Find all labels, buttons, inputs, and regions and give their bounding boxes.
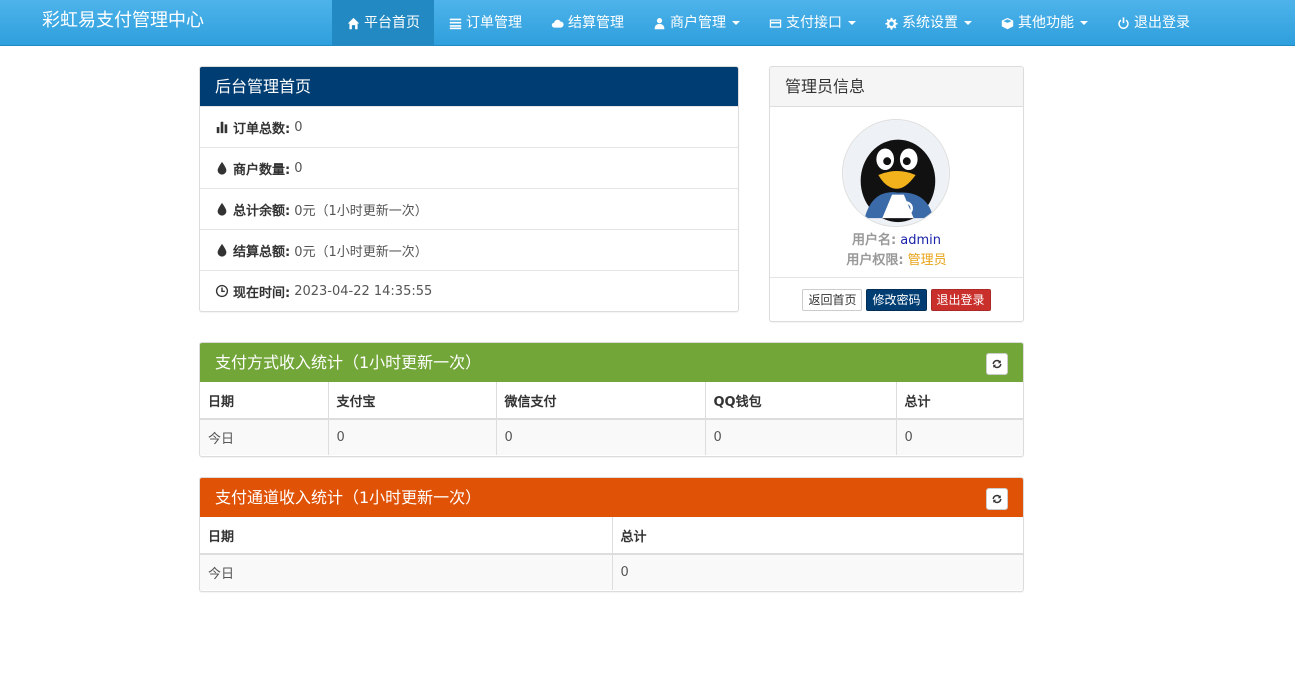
nav-item-home[interactable]: 平台首页 <box>332 0 434 46</box>
payment-channel-stats-panel: 支付通道收入统计（1小时更新一次） 日期 总计 今日 0 <box>199 477 1024 592</box>
logout-button[interactable]: 退出登录 <box>930 288 991 311</box>
tint-icon <box>217 243 227 257</box>
table-cell: 今日 <box>200 554 613 590</box>
cube-icon <box>1000 16 1014 30</box>
caret-down-icon <box>1080 21 1088 25</box>
brand-title[interactable]: 彩虹易支付管理中心 <box>42 0 204 44</box>
column-header: QQ钱包 <box>705 382 897 420</box>
nav-item-label: 商户管理 <box>670 15 726 31</box>
caret-down-icon <box>964 21 972 25</box>
admin-home-panel: 后台管理首页 订单总数: 0 商户数量: 0 总计余额: 0元（1小时更新一次）… <box>199 66 739 312</box>
nav-item-settlement[interactable]: 结算管理 <box>536 0 638 46</box>
gear-icon <box>884 16 898 30</box>
avatar <box>842 119 950 227</box>
payment-method-table: 日期 支付宝 微信支付 QQ钱包 总计 今日 0 0 0 0 <box>200 382 1023 455</box>
stat-label: 结算总额: <box>233 244 291 260</box>
stat-value: 0 <box>294 119 303 135</box>
stat-value: 2023-04-22 14:35:55 <box>294 283 433 299</box>
nav-item-other-functions[interactable]: 其他功能 <box>986 0 1102 46</box>
refresh-icon <box>992 494 1002 504</box>
table-cell: 0 <box>328 419 497 455</box>
table-header-row: 日期 支付宝 微信支付 QQ钱包 总计 <box>200 382 1023 420</box>
username-label: 用户名: <box>851 233 897 248</box>
nav-item-system-settings[interactable]: 系统设置 <box>870 0 986 46</box>
username-line: 用户名: admin <box>770 229 1023 248</box>
nav-item-label: 其他功能 <box>1018 15 1074 31</box>
nav-item-label: 退出登录 <box>1134 15 1190 31</box>
panel-title-text: 支付方式收入统计（1小时更新一次） <box>215 353 482 372</box>
stat-merchant-count: 商户数量: 0 <box>200 147 738 188</box>
table-cell: 今日 <box>200 419 329 455</box>
panel-title: 管理员信息 <box>770 67 1023 107</box>
penguin-avatar-icon <box>843 120 949 226</box>
stat-order-count: 订单总数: 0 <box>200 106 738 147</box>
nav-item-logout[interactable]: 退出登录 <box>1102 0 1204 46</box>
refresh-button[interactable] <box>986 488 1008 510</box>
payment-channel-table: 日期 总计 今日 0 <box>200 517 1023 590</box>
panel-title: 后台管理首页 <box>200 67 738 106</box>
column-header: 支付宝 <box>328 382 497 420</box>
change-password-button[interactable]: 修改密码 <box>866 288 927 311</box>
nav-item-label: 支付接口 <box>786 15 842 31</box>
table-header-row: 日期 总计 <box>200 517 1023 555</box>
table-cell: 0 <box>705 419 897 455</box>
table-cell: 0 <box>612 554 1023 590</box>
column-header: 微信支付 <box>496 382 706 420</box>
caret-down-icon <box>848 21 856 25</box>
stat-value: 0元（1小时更新一次） <box>294 244 428 260</box>
stat-value: 0元（1小时更新一次） <box>294 203 428 219</box>
admin-info-actions: 返回首页 修改密码 退出登录 <box>770 277 1023 321</box>
caret-down-icon <box>732 21 740 25</box>
tint-icon <box>217 161 227 175</box>
nav-item-label: 结算管理 <box>568 15 624 31</box>
home-icon <box>346 16 360 30</box>
stat-label: 总计余额: <box>233 203 291 219</box>
role-line: 用户权限: 管理员 <box>770 249 1023 268</box>
clock-icon <box>215 284 229 298</box>
column-header: 日期 <box>200 517 613 555</box>
user-icon <box>652 16 666 30</box>
role-value: 管理员 <box>907 253 947 268</box>
tint-icon <box>217 202 227 216</box>
stat-value: 0 <box>294 160 303 176</box>
table-row: 今日 0 0 0 0 <box>200 419 1023 455</box>
role-label: 用户权限: <box>846 253 904 268</box>
username-value: admin <box>900 233 942 248</box>
nav-item-label: 平台首页 <box>364 15 420 31</box>
stat-label: 现在时间: <box>233 285 291 301</box>
main-nav: 平台首页 订单管理 结算管理 商户管理 支付接口 系统设置 其他功能 退出登录 <box>332 0 1204 46</box>
refresh-icon <box>992 359 1002 369</box>
list-icon <box>448 16 462 30</box>
credit-card-icon <box>768 16 782 30</box>
nav-item-label: 系统设置 <box>902 15 958 31</box>
column-header: 总计 <box>612 517 1023 555</box>
back-home-button[interactable]: 返回首页 <box>802 288 863 311</box>
nav-item-merchants[interactable]: 商户管理 <box>638 0 754 46</box>
nav-item-label: 订单管理 <box>466 15 522 31</box>
nav-item-payment-api[interactable]: 支付接口 <box>754 0 870 46</box>
stat-current-time: 现在时间: 2023-04-22 14:35:55 <box>200 270 738 311</box>
table-cell: 0 <box>496 419 706 455</box>
stat-settlement-total: 结算总额: 0元（1小时更新一次） <box>200 229 738 270</box>
panel-title: 支付方式收入统计（1小时更新一次） <box>200 343 1023 382</box>
stat-label: 订单总数: <box>233 121 291 137</box>
admin-info-panel: 管理员信息 用户名: admin 用户权限: 管理员 返回首页 修改密码 退出登… <box>769 66 1024 322</box>
panel-title-text: 支付通道收入统计（1小时更新一次） <box>215 488 482 507</box>
column-header: 总计 <box>896 382 1023 420</box>
panel-title: 支付通道收入统计（1小时更新一次） <box>200 478 1023 517</box>
nav-item-orders[interactable]: 订单管理 <box>434 0 536 46</box>
table-cell: 0 <box>896 419 1023 455</box>
power-icon <box>1116 16 1130 30</box>
stat-total-balance: 总计余额: 0元（1小时更新一次） <box>200 188 738 229</box>
column-header: 日期 <box>200 382 329 420</box>
payment-method-stats-panel: 支付方式收入统计（1小时更新一次） 日期 支付宝 微信支付 QQ钱包 总计 今日… <box>199 342 1024 457</box>
bar-chart-icon <box>216 121 228 134</box>
table-row: 今日 0 <box>200 554 1023 590</box>
stat-label: 商户数量: <box>233 162 291 178</box>
top-navbar: 彩虹易支付管理中心 平台首页 订单管理 结算管理 商户管理 支付接口 系统设置 <box>0 0 1295 46</box>
refresh-button[interactable] <box>986 353 1008 375</box>
cloud-icon <box>550 16 564 30</box>
